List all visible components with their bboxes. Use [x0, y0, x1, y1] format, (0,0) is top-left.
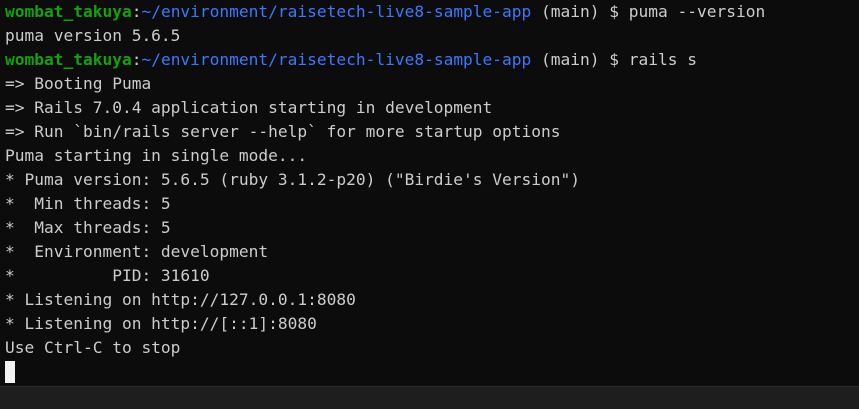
output-line: * Puma version: 5.6.5 (ruby 3.1.2-p20) (…: [5, 170, 580, 189]
prompt-branch: (main): [531, 2, 600, 21]
output-line: puma version 5.6.5: [5, 26, 181, 45]
output-line: * PID: 31610: [5, 266, 210, 285]
output-line: => Run `bin/rails server --help` for mor…: [5, 122, 561, 141]
output-line: * Listening on http://127.0.0.1:8080: [5, 290, 356, 309]
prompt-symbol: $: [599, 2, 629, 21]
prompt-separator: :: [131, 2, 142, 21]
bottom-bar: [0, 386, 859, 409]
prompt-command: puma --version: [628, 2, 766, 21]
prompt-user: wombat_takuya: [5, 50, 132, 69]
prompt-path: ~/environment/raisetech-live8-sample-app: [141, 2, 532, 21]
output-line: Puma starting in single mode...: [5, 146, 308, 165]
prompt-path: ~/environment/raisetech-live8-sample-app: [141, 50, 532, 69]
output-line: * Environment: development: [5, 242, 269, 261]
prompt-line-2: wombat_takuya:~/environment/raisetech-li…: [5, 48, 859, 72]
prompt-symbol: $: [599, 50, 629, 69]
prompt-user: wombat_takuya: [5, 2, 132, 21]
prompt-separator: :: [131, 50, 142, 69]
output-line: * Max threads: 5: [5, 218, 171, 237]
prompt-line-1: wombat_takuya:~/environment/raisetech-li…: [5, 0, 859, 24]
output-line: * Min threads: 5: [5, 194, 171, 213]
output-line: * Listening on http://[::1]:8080: [5, 314, 317, 333]
output-line: => Rails 7.0.4 application starting in d…: [5, 98, 493, 117]
terminal-cursor[interactable]: [5, 361, 15, 383]
prompt-branch: (main): [531, 50, 600, 69]
prompt-command: rails s: [628, 50, 697, 69]
output-line: Use Ctrl-C to stop: [5, 338, 181, 357]
cursor-line[interactable]: [5, 360, 859, 384]
terminal-output[interactable]: wombat_takuya:~/environment/raisetech-li…: [0, 0, 859, 386]
output-line: => Booting Puma: [5, 74, 152, 93]
